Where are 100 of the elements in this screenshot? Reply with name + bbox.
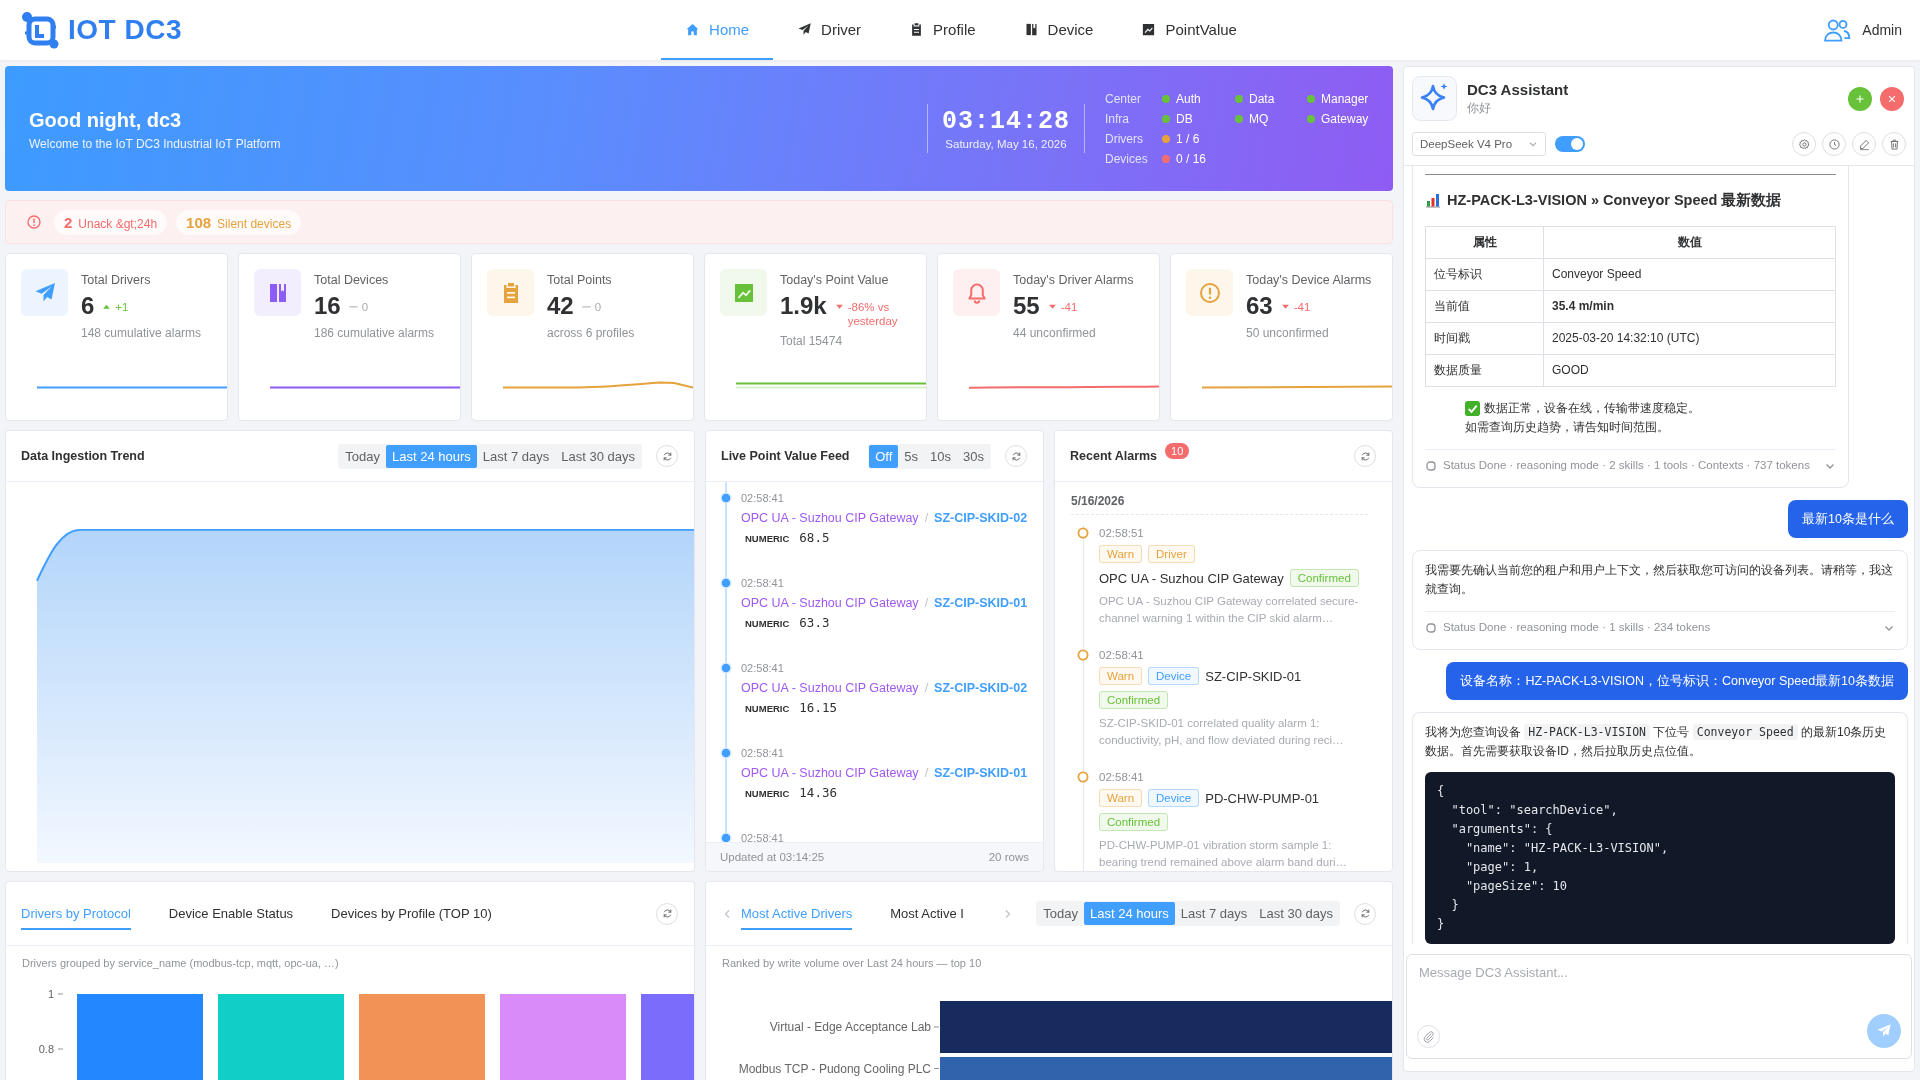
attach-button[interactable] <box>1417 1025 1440 1048</box>
driver-link[interactable]: OPC UA - Suzhou CIP Gateway <box>741 681 919 695</box>
stat-title: Total Drivers <box>81 272 152 289</box>
refresh-icon <box>660 907 674 920</box>
driver-link[interactable]: OPC UA - Suzhou CIP Gateway <box>741 596 919 610</box>
segment-option[interactable]: Today <box>1037 902 1084 925</box>
point-value: 14.36 <box>799 785 837 800</box>
bar-label: Modbus TCP - Pudong Cooling PLC <box>738 1061 931 1076</box>
brand-name: IOT DC3 <box>68 14 182 46</box>
message-input[interactable]: Message DC3 Assistant... <box>1417 965 1901 1014</box>
stat-title: Today's Point Value <box>780 272 890 289</box>
warning-icon <box>26 214 42 230</box>
model-select[interactable]: DeepSeek V4 Pro <box>1412 132 1546 156</box>
alert-count: 2 <box>64 213 73 231</box>
service-status-text: Manager <box>1321 90 1369 107</box>
feed-time: 02:58:41 <box>741 491 785 506</box>
reasoning-toggle[interactable] <box>1555 136 1585 152</box>
code-block: { "tool": "searchDevice", "arguments": { "name": "HZ-PACK-L3-VISION", "page": 1, "pageSize": 10 } } <box>1425 772 1895 944</box>
settings-button[interactable] <box>1792 132 1816 156</box>
refresh-button[interactable] <box>656 902 678 925</box>
refresh-button[interactable] <box>1005 445 1027 467</box>
logo-icon <box>20 10 60 50</box>
stat-delta: +1 <box>115 300 129 314</box>
service-status-text: 1 / 6 <box>1176 130 1200 147</box>
feed-time: 02:58:41 <box>741 746 785 761</box>
stat-note: Total 15474 <box>780 334 844 348</box>
refresh-button[interactable] <box>1354 445 1376 467</box>
send-button[interactable] <box>1867 1014 1901 1048</box>
feed-time: 02:58:41 <box>741 576 785 591</box>
point-value: 68.5 <box>799 530 830 545</box>
driver-link[interactable]: OPC UA - Suzhou CIP Gateway <box>741 511 919 525</box>
alarm-count-badge: 10 <box>1165 443 1190 459</box>
close-button[interactable] <box>1880 86 1904 111</box>
segment-option[interactable]: 5s <box>898 444 925 468</box>
user-message: 最新10条是什么 <box>1788 500 1908 538</box>
timeline-dot-icon <box>720 747 732 759</box>
check-box-icon <box>1465 401 1480 416</box>
nav-tab[interactable]: Device <box>999 0 1118 60</box>
refresh-icon <box>1358 907 1372 920</box>
table-cell: 35.4 m/min <box>1543 290 1836 323</box>
greeting-subtitle: Welcome to the IoT DC3 Industrial IoT Platform <box>29 136 282 151</box>
stat-note: 50 unconfirmed <box>1246 326 1330 340</box>
message-composer[interactable]: Message DC3 Assistant... <box>1406 954 1912 1059</box>
table-cell: 当前值 <box>1425 290 1544 323</box>
segment-option[interactable]: 10s <box>924 444 958 468</box>
chart-tab[interactable]: Devices by Profile (TOP 10) <box>331 897 492 930</box>
home-icon <box>685 21 701 37</box>
path-separator: / <box>924 596 929 610</box>
segment-option[interactable]: Last 30 days <box>1253 902 1339 925</box>
stat-value: 6 <box>81 292 95 320</box>
table-cell: 位号标识 <box>1425 258 1544 291</box>
alarm-tag: Warn <box>1099 667 1143 685</box>
status-group-label: Center <box>1105 90 1143 107</box>
bar-chart-icon <box>1425 192 1441 208</box>
nav-tab[interactable]: Driver <box>773 0 886 60</box>
user-menu[interactable]: Admin <box>1822 15 1902 45</box>
segment-option[interactable]: Last 30 days <box>555 444 641 468</box>
timeline-ring-icon <box>1077 649 1089 661</box>
service-status-text: MQ <box>1249 110 1269 127</box>
message-status: Status Done · reasoning mode · 2 skills · 1 tools · Contexts · 737 tokens <box>1443 458 1810 473</box>
alarm-time: 02:58:41 <box>1099 648 1145 663</box>
segment-option[interactable]: 30s <box>957 444 990 468</box>
delete-button[interactable] <box>1882 132 1906 156</box>
feed-time: 02:58:41 <box>741 661 785 676</box>
new-chat-button[interactable] <box>1848 86 1872 111</box>
nav-tab[interactable]: PointValue <box>1117 0 1261 60</box>
alarm-description: OPC UA - Suzhou CIP Gateway correlated secure-channel warning 1 within the CIP skid alarm… <box>1099 594 1360 626</box>
path-separator: / <box>924 511 929 525</box>
alert-label: Unack &gt;24h <box>78 216 158 231</box>
message-status: Status Done · reasoning mode · 1 skills · 234 tokens <box>1443 620 1711 635</box>
status-tag: Confirmed <box>1099 691 1169 709</box>
segment-option[interactable]: Today <box>339 444 386 468</box>
refresh-button[interactable] <box>1354 902 1376 925</box>
value-type-label: NUMERIC <box>745 788 790 799</box>
nav-tab[interactable]: Profile <box>885 0 1000 60</box>
segment-option[interactable]: Last 7 days <box>1174 902 1254 925</box>
greeting-title: Good night, dc3 <box>29 107 183 133</box>
segment-option[interactable]: Last 7 days <box>476 444 556 468</box>
timeline-ring-icon <box>1077 771 1089 783</box>
alarm-source-name: SZ-CIP-SKID-01 <box>1205 668 1302 684</box>
message-text: 我需要先确认当前您的租户和用户上下文，然后获取您可访问的设备列表。请稍等，我这就查询。 <box>1425 562 1894 598</box>
stat-title: Total Devices <box>314 272 390 289</box>
driver-link[interactable]: OPC UA - Suzhou CIP Gateway <box>741 766 919 780</box>
timeline-dot-icon <box>720 662 732 674</box>
alarm-tag: Warn <box>1099 545 1143 563</box>
status-ring-icon <box>1425 621 1437 634</box>
chart-tab[interactable]: Device Enable Status <box>168 897 294 930</box>
stat-delta: 0 <box>361 300 369 314</box>
clock-time: 03:14:28 <box>941 107 1070 137</box>
chart-tab[interactable]: Most Active I <box>890 897 964 930</box>
alarm-source-name: PD-CHW-PUMP-01 <box>1205 790 1320 806</box>
alarm-description: SZ-CIP-SKID-01 correlated quality alarm 1: conductivity, pH, and flow deviated during reci… <box>1099 716 1345 748</box>
stat-value: 16 <box>314 292 341 320</box>
table-header-cell: 属性 <box>1425 226 1544 259</box>
refresh-button[interactable] <box>656 445 678 467</box>
service-status-text: Gateway <box>1321 110 1369 127</box>
refresh-icon <box>1358 449 1372 463</box>
edit-button[interactable] <box>1852 132 1876 156</box>
history-button[interactable] <box>1822 132 1846 156</box>
timeline-dot-icon <box>720 492 732 504</box>
